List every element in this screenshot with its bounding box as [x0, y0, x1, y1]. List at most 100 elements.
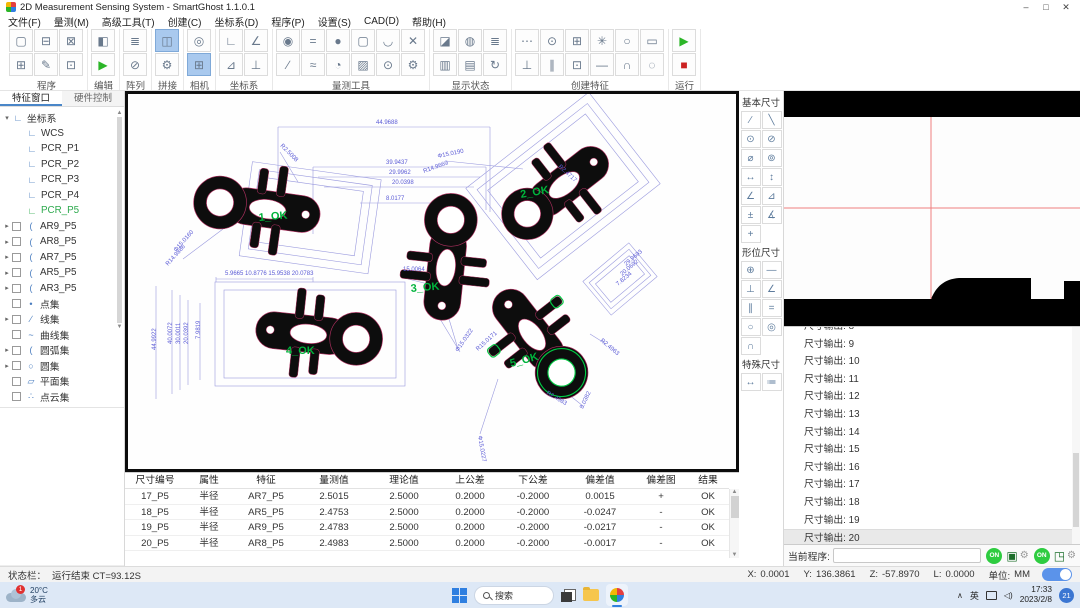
- menu-item-0[interactable]: 文件(F): [8, 14, 41, 29]
- table-row[interactable]: 18_P5半径AR5_P52.47532.50000.2000-0.2000-0…: [125, 505, 739, 521]
- tab-feature-window[interactable]: 特征窗口: [0, 91, 62, 106]
- dim-output-item[interactable]: 尺寸输出: 11: [804, 371, 1080, 389]
- parallel-tool-button[interactable]: =: [301, 29, 325, 52]
- dim-triangle-button[interactable]: ⊿: [762, 187, 782, 205]
- image-export-settings-icon[interactable]: ⚙: [1020, 550, 1029, 561]
- image-review-settings-icon[interactable]: ⚙: [1067, 550, 1076, 561]
- maximize-button[interactable]: □: [1036, 2, 1056, 13]
- dim-point-button[interactable]: +: [741, 225, 761, 243]
- current-program-input[interactable]: [833, 548, 981, 563]
- tree-item-AR3_P5[interactable]: ▸(AR3_P5: [2, 281, 124, 297]
- image-review-icon[interactable]: ◳: [1054, 549, 1065, 563]
- unit-toggle[interactable]: [1042, 568, 1072, 581]
- tree-item-圆弧集[interactable]: ▸(圆弧集: [2, 343, 124, 359]
- show-chart-button[interactable]: ▥: [433, 53, 457, 76]
- apply-edit-button[interactable]: ▶: [91, 53, 115, 76]
- tree-item-点云集[interactable]: ∴点云集: [2, 389, 124, 405]
- expander-icon[interactable]: ▾: [2, 114, 12, 122]
- new-program-button[interactable]: ▢: [9, 29, 33, 52]
- minimize-button[interactable]: –: [1016, 2, 1036, 13]
- create-offset-button[interactable]: ⊞: [565, 29, 589, 52]
- create-distance-button[interactable]: —: [590, 53, 614, 76]
- tree-checkbox[interactable]: [12, 268, 21, 277]
- tree-checkbox[interactable]: [12, 222, 21, 231]
- tree-item-AR5_P5[interactable]: ▸(AR5_P5: [2, 265, 124, 281]
- rect-tool-button[interactable]: ▢: [351, 29, 375, 52]
- tree-checkbox[interactable]: [12, 346, 21, 355]
- image-export-icon[interactable]: ▣: [1006, 549, 1017, 563]
- axis-build-4-button[interactable]: ⊥: [244, 53, 268, 76]
- program-settings-button[interactable]: ⊡: [59, 53, 83, 76]
- create-circle-button[interactable]: ○: [615, 29, 639, 52]
- gdt-concentricity-button[interactable]: ◎: [762, 318, 782, 336]
- menu-item-5[interactable]: 程序(P): [271, 14, 304, 29]
- output-toggle-1[interactable]: ON: [986, 548, 1002, 564]
- display-icon[interactable]: [986, 591, 997, 600]
- stop-button[interactable]: ■: [672, 53, 696, 76]
- advanced-tool-button[interactable]: ⚙: [401, 53, 425, 76]
- menu-item-2[interactable]: 高级工具(T): [102, 14, 155, 29]
- arc-tool-button[interactable]: ◔: [326, 53, 350, 76]
- circle-tool-button[interactable]: ●: [326, 29, 350, 52]
- dim-width-button[interactable]: ↔: [741, 168, 761, 186]
- menu-item-8[interactable]: 帮助(H): [412, 14, 446, 29]
- menu-item-4[interactable]: 坐标系(D): [214, 14, 258, 29]
- tree-item-坐标系[interactable]: ▾∟坐标系: [2, 110, 124, 126]
- expander-icon[interactable]: ▸: [2, 315, 12, 323]
- tree-checkbox[interactable]: [12, 237, 21, 246]
- tree-item-AR7_P5[interactable]: ▸(AR7_P5: [2, 250, 124, 266]
- dim-output-item[interactable]: 尺寸输出: 13: [804, 406, 1080, 424]
- dim-output-item[interactable]: 尺寸输出: 10: [804, 353, 1080, 371]
- dim-height-button[interactable]: ↕: [762, 168, 782, 186]
- tree-checkbox[interactable]: [12, 330, 21, 339]
- curve-tool-button[interactable]: ≈: [301, 53, 325, 76]
- dim-output-item[interactable]: 尺寸输出: 17: [804, 476, 1080, 494]
- scan-tool-button[interactable]: ⊙: [376, 53, 400, 76]
- tree-item-平面集[interactable]: ▱平面集: [2, 374, 124, 390]
- tool-settings-button[interactable]: ✕: [401, 29, 425, 52]
- axis-build-1-button[interactable]: ∟: [219, 29, 243, 52]
- create-arc-button[interactable]: ∩: [615, 53, 639, 76]
- edit-program-button[interactable]: ✎: [34, 53, 58, 76]
- create-perpendicular-button[interactable]: ⊥: [515, 53, 539, 76]
- menu-item-3[interactable]: 创建(C): [168, 14, 202, 29]
- tree-checkbox[interactable]: [12, 253, 21, 262]
- output-toggle-2[interactable]: ON: [1034, 548, 1050, 564]
- gdt-perpendicularity-button[interactable]: ⊥: [741, 280, 761, 298]
- dim-radius-button[interactable]: ⌀: [741, 149, 761, 167]
- axis-build-3-button[interactable]: ∠: [244, 29, 268, 52]
- gdt-parallelism-button[interactable]: ∥: [741, 299, 761, 317]
- scroll-down-icon[interactable]: ▼: [732, 552, 738, 558]
- manual-pick-tool-button[interactable]: ◉: [276, 29, 300, 52]
- display-refresh-button[interactable]: ↻: [483, 53, 507, 76]
- create-flash-button[interactable]: ✳: [590, 29, 614, 52]
- tree-item-WCS[interactable]: ∟WCS: [2, 126, 124, 142]
- gdt-angularity-button[interactable]: ∠: [762, 280, 782, 298]
- array-create-button[interactable]: ≣: [123, 29, 147, 52]
- gdt-symmetry-button[interactable]: =: [762, 299, 782, 317]
- dim-output-item[interactable]: 尺寸输出: 8: [804, 326, 1080, 336]
- ime-indicator[interactable]: 英: [970, 589, 979, 602]
- menu-item-1[interactable]: 量测(M): [54, 14, 89, 29]
- dim-output-item[interactable]: 尺寸输出: 18: [804, 494, 1080, 512]
- table-row[interactable]: 17_P5半径AR7_P52.50152.50000.2000-0.20000.…: [125, 489, 739, 505]
- table-row[interactable]: 20_P5半径AR8_P52.49832.50000.2000-0.2000-0…: [125, 536, 739, 552]
- close-button[interactable]: ✕: [1056, 2, 1076, 13]
- list-scrollbar[interactable]: [1072, 327, 1080, 544]
- create-plane-button[interactable]: ▭: [640, 29, 664, 52]
- tree-checkbox[interactable]: [12, 392, 21, 401]
- tree-checkbox[interactable]: [12, 377, 21, 386]
- dim-tolerance-button[interactable]: ±: [741, 206, 761, 224]
- image-stitch-button[interactable]: ◫: [155, 29, 179, 52]
- create-point-button[interactable]: ⋯: [515, 29, 539, 52]
- expander-icon[interactable]: ▸: [2, 222, 12, 230]
- line-tool-button[interactable]: ∕: [276, 53, 300, 76]
- gdt-profile-button[interactable]: ∩: [741, 337, 761, 355]
- tree-item-曲线集[interactable]: ~曲线集: [2, 327, 124, 343]
- expander-icon[interactable]: ▸: [2, 346, 12, 354]
- tree-item-AR8_P5[interactable]: ▸(AR8_P5: [2, 234, 124, 250]
- hatch-tool-button[interactable]: ▨: [351, 53, 375, 76]
- export-program-button[interactable]: ⊟: [34, 29, 58, 52]
- expander-icon[interactable]: ▸: [2, 284, 12, 292]
- show-3d-button[interactable]: ◍: [458, 29, 482, 52]
